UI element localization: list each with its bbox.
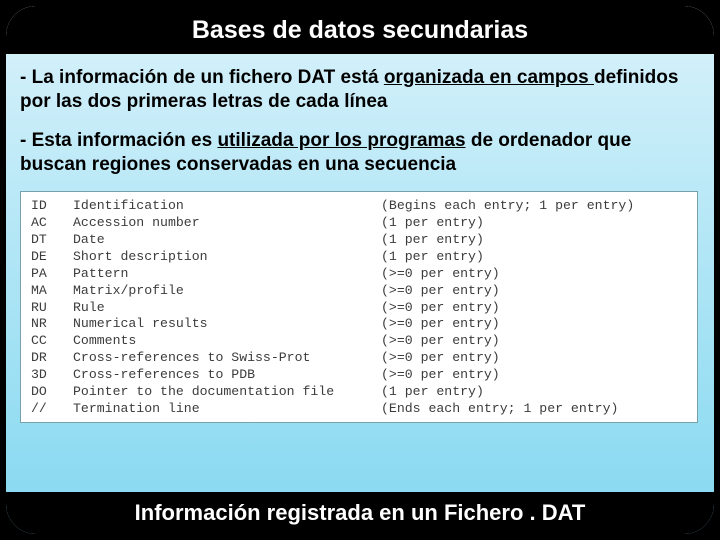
field-note: (>=0 per entry)	[381, 333, 687, 350]
table-row: NRNumerical results(>=0 per entry)	[31, 316, 687, 333]
table-row: DRCross-references to Swiss-Prot(>=0 per…	[31, 350, 687, 367]
paragraph-1: - La información de un fichero DAT está …	[20, 66, 698, 115]
field-note: (>=0 per entry)	[381, 300, 687, 317]
slide-inner: Bases de datos secundarias - La informac…	[6, 6, 714, 534]
table-row: PAPattern(>=0 per entry)	[31, 266, 687, 283]
field-label: Numerical results	[73, 316, 381, 333]
field-label: Termination line	[73, 401, 381, 418]
p2-lead: - Esta información es	[20, 130, 217, 151]
field-label: Rule	[73, 300, 381, 317]
field-note: (1 per entry)	[381, 249, 687, 266]
field-label: Accession number	[73, 215, 381, 232]
content-area: - La información de un fichero DAT está …	[6, 54, 714, 492]
field-note: (Ends each entry; 1 per entry)	[381, 401, 687, 418]
field-code: 3D	[31, 367, 73, 384]
field-note: (Begins each entry; 1 per entry)	[381, 198, 687, 215]
table-row: IDIdentification(Begins each entry; 1 pe…	[31, 198, 687, 215]
field-code: DT	[31, 232, 73, 249]
field-code: NR	[31, 316, 73, 333]
field-note: (>=0 per entry)	[381, 367, 687, 384]
slide-frame: Bases de datos secundarias - La informac…	[0, 0, 720, 540]
field-note: (>=0 per entry)	[381, 350, 687, 367]
slide-title: Bases de datos secundarias	[192, 16, 528, 45]
p1-underlined: organizada en campos	[384, 67, 594, 88]
field-note: (>=0 per entry)	[381, 266, 687, 283]
table-row: DTDate(1 per entry)	[31, 232, 687, 249]
table-row: MAMatrix/profile(>=0 per entry)	[31, 283, 687, 300]
table-row: ACAccession number(1 per entry)	[31, 215, 687, 232]
field-code: CC	[31, 333, 73, 350]
field-note: (1 per entry)	[381, 384, 687, 401]
footer-bar: Información registrada en un Fichero . D…	[6, 492, 714, 534]
title-bar: Bases de datos secundarias	[6, 6, 714, 54]
field-label: Short description	[73, 249, 381, 266]
field-note: (1 per entry)	[381, 232, 687, 249]
table-row: DOPointer to the documentation file(1 pe…	[31, 384, 687, 401]
field-label: Cross-references to Swiss-Prot	[73, 350, 381, 367]
field-code: DR	[31, 350, 73, 367]
footer-text: Información registrada en un Fichero . D…	[135, 500, 586, 526]
p1-lead: - La información de un fichero DAT está	[20, 67, 384, 88]
field-code: ID	[31, 198, 73, 215]
field-code: MA	[31, 283, 73, 300]
field-code: AC	[31, 215, 73, 232]
table-row: //Termination line(Ends each entry; 1 pe…	[31, 401, 687, 418]
field-label: Pattern	[73, 266, 381, 283]
field-label: Cross-references to PDB	[73, 367, 381, 384]
paragraph-2: - Esta información es utilizada por los …	[20, 129, 698, 178]
field-label: Pointer to the documentation file	[73, 384, 381, 401]
field-note: (1 per entry)	[381, 215, 687, 232]
field-code: PA	[31, 266, 73, 283]
field-code: RU	[31, 300, 73, 317]
field-code: DE	[31, 249, 73, 266]
p2-underlined: utilizada por los programas	[217, 130, 465, 151]
field-code: DO	[31, 384, 73, 401]
table-row: 3DCross-references to PDB(>=0 per entry)	[31, 367, 687, 384]
field-label: Date	[73, 232, 381, 249]
field-label: Identification	[73, 198, 381, 215]
fields-table: IDIdentification(Begins each entry; 1 pe…	[20, 191, 698, 423]
field-note: (>=0 per entry)	[381, 316, 687, 333]
field-label: Matrix/profile	[73, 283, 381, 300]
table-row: RURule(>=0 per entry)	[31, 300, 687, 317]
field-note: (>=0 per entry)	[381, 283, 687, 300]
field-label: Comments	[73, 333, 381, 350]
table-row: CCComments(>=0 per entry)	[31, 333, 687, 350]
field-code: //	[31, 401, 73, 418]
table-row: DEShort description(1 per entry)	[31, 249, 687, 266]
